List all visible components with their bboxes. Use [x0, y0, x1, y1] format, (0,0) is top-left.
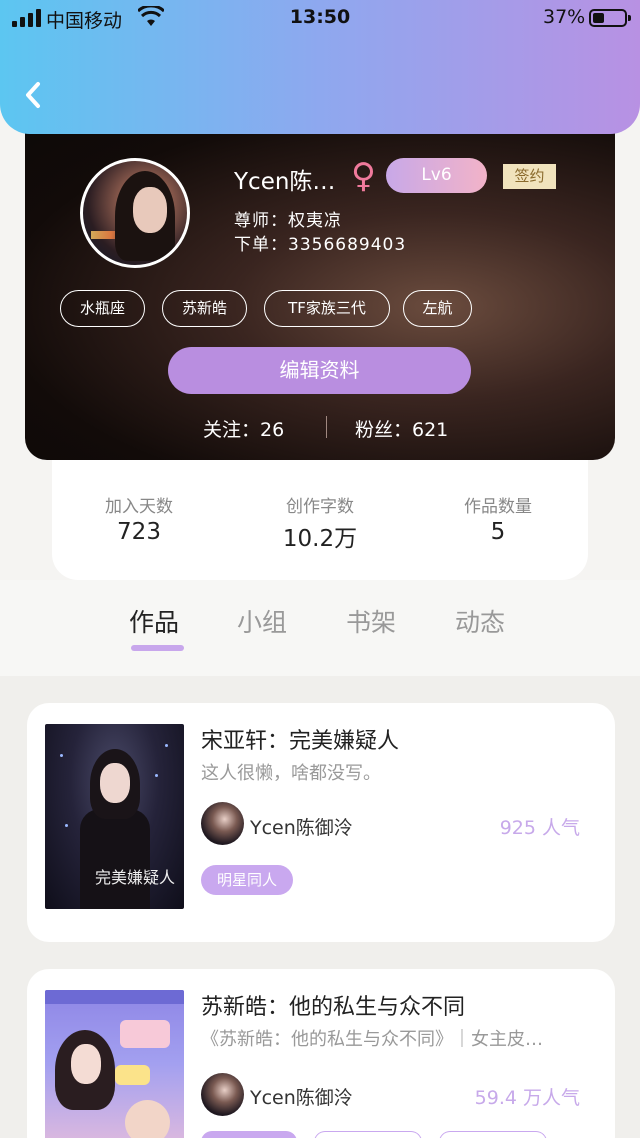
stat-word-count: 创作字数 10.2万 — [250, 492, 390, 553]
popularity-count: 59.4 万人气 — [474, 1087, 580, 1109]
active-tab-indicator — [131, 645, 184, 651]
profile-tag[interactable]: TF家族三代 — [264, 290, 390, 327]
username: Ycen陈… — [234, 169, 336, 195]
stat-value: 5 — [490, 519, 506, 545]
work-tag[interactable] — [439, 1131, 547, 1138]
work-description: 《苏新皓：他的私生与众不同》｜女主皮… — [201, 1029, 543, 1050]
avatar[interactable] — [80, 158, 190, 268]
stat-value: 723 — [117, 519, 161, 545]
profile-card: Ycen陈… ♀ Lv6 签约 尊师：权夷凉 下单：3356689403 水瓶座… — [25, 118, 615, 460]
work-tag[interactable]: 明星同人 — [201, 865, 294, 895]
work-card[interactable]: 苏新皓：他的私生与众不同 《苏新皓：他的私生与众不同》｜女主皮… Ycen陈御泠… — [27, 969, 615, 1138]
author-name[interactable]: Ycen陈御泠 — [250, 1083, 353, 1110]
tab-updates[interactable]: 动态 — [455, 603, 505, 639]
tab-groups[interactable]: 小组 — [237, 603, 287, 639]
tab-bar — [0, 580, 640, 676]
stat-value: 10.2万 — [282, 526, 358, 552]
stats-card: 加入天数 723 创作字数 10.2万 作品数量 5 — [52, 440, 588, 580]
work-title[interactable]: 宋亚轩：完美嫌疑人 — [201, 723, 399, 755]
popularity-count: 925 人气 — [499, 817, 580, 839]
chevron-left-icon — [26, 82, 40, 108]
author-avatar[interactable] — [201, 1073, 244, 1116]
work-cover[interactable]: 完美嫌疑人 — [45, 724, 184, 909]
work-tag[interactable] — [314, 1131, 422, 1138]
stat-join-days: 加入天数 723 — [69, 492, 209, 545]
stat-works-count: 作品数量 5 — [428, 492, 568, 545]
profile-tag[interactable]: 水瓶座 — [60, 290, 145, 327]
followers-count[interactable]: 粉丝：621 — [355, 415, 448, 442]
stat-label: 创作字数 — [286, 497, 354, 517]
work-tag[interactable] — [201, 1131, 297, 1138]
battery-icon — [589, 9, 631, 27]
tab-bookshelf[interactable]: 书架 — [346, 603, 396, 639]
edit-profile-button[interactable]: 编辑资料 — [168, 347, 471, 394]
stat-label: 加入天数 — [105, 497, 173, 517]
back-button[interactable] — [20, 80, 50, 110]
stat-label: 作品数量 — [464, 497, 532, 517]
signed-badge: 签约 — [503, 164, 556, 189]
female-icon: ♀ — [351, 156, 376, 196]
author-avatar[interactable] — [201, 802, 244, 845]
profile-tag[interactable]: 左航 — [403, 290, 472, 327]
divider — [326, 416, 327, 438]
top-header: 中国移动 13:50 37% — [0, 0, 640, 134]
work-title[interactable]: 苏新皓：他的私生与众不同 — [201, 989, 465, 1021]
level-badge: Lv6 — [386, 158, 487, 193]
following-count[interactable]: 关注：26 — [203, 415, 284, 442]
status-bar: 中国移动 13:50 37% — [0, 0, 640, 36]
battery-percent: 37% — [543, 6, 586, 28]
order-line: 下单：3356689403 — [234, 235, 407, 255]
work-cover[interactable] — [45, 990, 184, 1138]
work-description: 这人很懒，啥都没写。 — [201, 763, 381, 784]
work-card[interactable]: 完美嫌疑人 宋亚轩：完美嫌疑人 这人很懒，啥都没写。 Ycen陈御泠 925 人… — [27, 703, 615, 942]
mentor-line: 尊师：权夷凉 — [234, 211, 342, 231]
cover-title-text: 完美嫌疑人 — [95, 868, 176, 887]
tab-works[interactable]: 作品 — [129, 603, 179, 639]
author-name[interactable]: Ycen陈御泠 — [250, 813, 353, 840]
profile-tag[interactable]: 苏新皓 — [162, 290, 247, 327]
